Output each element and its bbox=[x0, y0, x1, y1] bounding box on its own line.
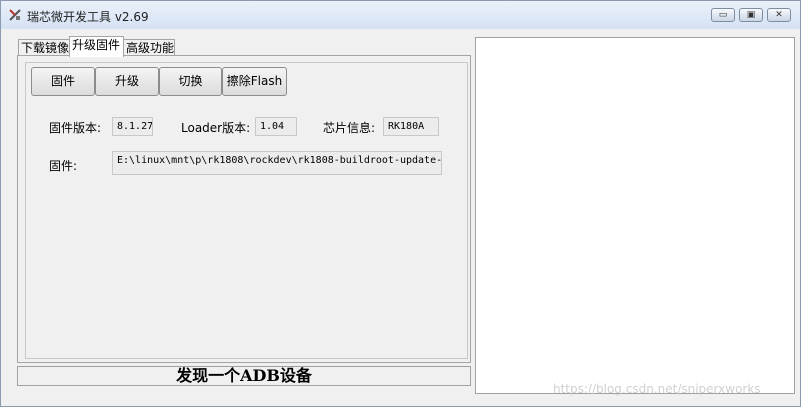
close-button[interactable]: ✕ bbox=[767, 8, 791, 22]
status-bar: 发现一个ADB设备 bbox=[17, 366, 471, 386]
erase-flash-button[interactable]: 擦除Flash bbox=[222, 67, 287, 96]
tab-advanced[interactable]: 高级功能 bbox=[123, 39, 175, 56]
log-output[interactable] bbox=[475, 37, 795, 394]
tab-download-image[interactable]: 下载镜像 bbox=[18, 39, 70, 56]
upgrade-panel: 固件 升级 切换 擦除Flash 固件版本: 8.1.276 Loader版本:… bbox=[25, 62, 468, 359]
watermark: https://blog.csdn.net/sniperxworks bbox=[553, 382, 761, 396]
chip-info-label: 芯片信息: bbox=[323, 121, 376, 135]
firmware-path-value: E:\linux\mnt\p\rk1808\rockdev\rk1808-bui… bbox=[112, 151, 442, 175]
firmware-button[interactable]: 固件 bbox=[31, 67, 95, 96]
client-area: 下载镜像 升级固件 高级功能 固件 升级 切换 擦除Flash 固件版本: 8.… bbox=[8, 29, 795, 401]
tab-upgrade-firmware[interactable]: 升级固件 bbox=[69, 36, 124, 57]
tab-panel: 固件 升级 切换 擦除Flash 固件版本: 8.1.276 Loader版本:… bbox=[17, 55, 471, 363]
upgrade-button[interactable]: 升级 bbox=[95, 67, 159, 96]
switch-button[interactable]: 切换 bbox=[159, 67, 222, 96]
app-window: 瑞芯微开发工具 v2.69 ▭ ▣ ✕ 下载镜像 升级固件 高级功能 固件 升级… bbox=[0, 0, 801, 407]
window-title: 瑞芯微开发工具 v2.69 bbox=[27, 10, 149, 24]
loader-version-value: 1.04 bbox=[255, 117, 297, 136]
minimize-button[interactable]: ▭ bbox=[711, 8, 735, 22]
maximize-button[interactable]: ▣ bbox=[739, 8, 763, 22]
firmware-version-label: 固件版本: bbox=[49, 121, 102, 135]
app-icon bbox=[9, 9, 21, 21]
chip-info-value: RK180A bbox=[383, 117, 439, 136]
title-bar[interactable]: 瑞芯微开发工具 v2.69 ▭ ▣ ✕ bbox=[1, 1, 800, 29]
firmware-version-value: 8.1.276 bbox=[112, 117, 153, 136]
firmware-path-label: 固件: bbox=[49, 159, 78, 173]
loader-version-label: Loader版本: bbox=[181, 121, 251, 135]
